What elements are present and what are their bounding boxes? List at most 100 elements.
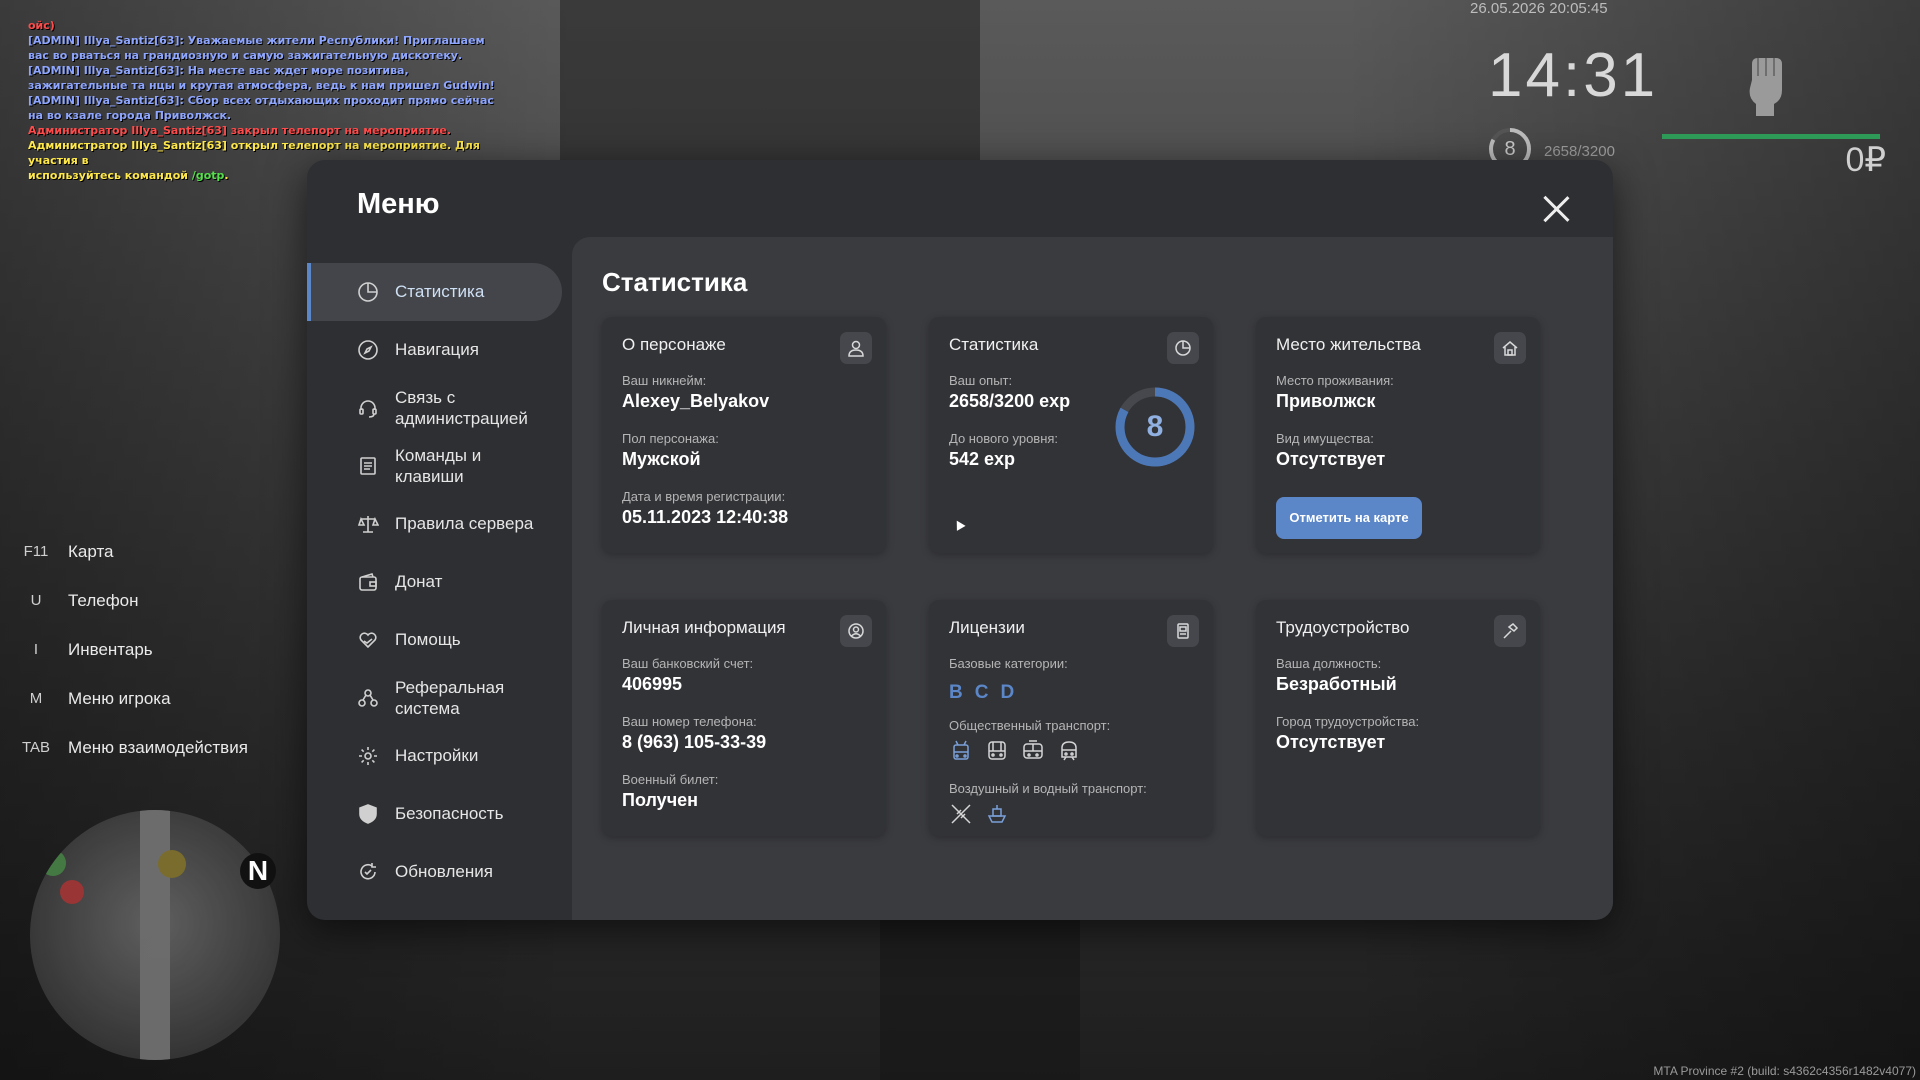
hotkey-key: F11 bbox=[23, 543, 49, 560]
minimap-marker bbox=[60, 880, 84, 904]
hammer-icon bbox=[1494, 615, 1526, 647]
hud-clock: 14:31 bbox=[1488, 41, 1659, 110]
field-label: Базовые категории: bbox=[949, 656, 1068, 671]
nav-item-statistics[interactable]: Статистика bbox=[307, 263, 562, 321]
card-title: О персонаже bbox=[622, 335, 726, 354]
license-categories: BCD bbox=[949, 682, 1026, 704]
hotkey-label: Инвентарь bbox=[68, 639, 153, 659]
nav-item-rules[interactable]: Правила сервера bbox=[307, 495, 562, 553]
hotkey-phone[interactable]: U Телефон bbox=[20, 576, 248, 625]
minimap-marker bbox=[158, 850, 186, 878]
hud-exp: 2658/3200 bbox=[1544, 143, 1615, 160]
job-position-value: Безработный bbox=[1276, 674, 1397, 694]
nav-label: Связь с администрацией bbox=[395, 388, 528, 428]
nav-label: Статистика bbox=[395, 282, 485, 301]
referral-icon bbox=[357, 687, 379, 709]
heart-hand-icon bbox=[357, 629, 379, 651]
tram-icon bbox=[1021, 739, 1047, 765]
card-title: Трудоустройство bbox=[1276, 618, 1410, 637]
next-level-value: 542 exp bbox=[949, 449, 1016, 469]
chat-line: ойс) bbox=[28, 19, 55, 32]
field-label: Город трудоустройства: bbox=[1276, 714, 1420, 729]
phone-value: 8 (963) 105-33-39 bbox=[622, 732, 767, 752]
residence-value: Приволжск bbox=[1276, 391, 1376, 411]
card-personal-info: Личная информация Ваш банковский счет: 4… bbox=[602, 600, 886, 836]
nav-item-commands[interactable]: Команды и клавиши bbox=[307, 437, 562, 495]
field-label: Ваша должность: bbox=[1276, 656, 1382, 671]
hotkey-player-menu[interactable]: M Меню игрока bbox=[20, 674, 248, 723]
hotkey-label: Меню взаимодействия bbox=[68, 737, 248, 757]
pie-chart-icon bbox=[1167, 332, 1199, 364]
property-value: Отсутствует bbox=[1276, 449, 1386, 469]
nav-label: Настройки bbox=[395, 746, 479, 765]
id-icon bbox=[840, 615, 872, 647]
hud-money: 0₽ bbox=[1845, 141, 1886, 179]
nav-label: Обновления bbox=[395, 862, 493, 881]
nav-label: Помощь bbox=[395, 630, 461, 649]
chat-line: [ADMIN] Illya_Santiz[63]: Уважаемые жите… bbox=[28, 34, 489, 62]
field-label: Место проживания: bbox=[1276, 373, 1394, 388]
plane-icon bbox=[949, 802, 975, 828]
hotkey-inventory[interactable]: I Инвентарь bbox=[20, 625, 248, 674]
nav-item-updates[interactable]: Обновления bbox=[307, 843, 562, 901]
field-label: Вид имущества: bbox=[1276, 431, 1374, 446]
chat-line: [ADMIN] Illya_Santiz[63]: На месте вас ж… bbox=[28, 64, 495, 92]
mark-on-map-button[interactable]: Отметить на карте bbox=[1276, 497, 1422, 539]
nav-item-settings[interactable]: Настройки bbox=[307, 727, 562, 785]
headset-icon bbox=[357, 397, 379, 419]
refresh-icon bbox=[357, 861, 379, 883]
nav-label: Навигация bbox=[395, 340, 479, 359]
job-city-value: Отсутствует bbox=[1276, 732, 1386, 752]
shield-icon bbox=[357, 803, 379, 825]
nav-item-security[interactable]: Безопасность bbox=[307, 785, 562, 843]
bank-account-value: 406995 bbox=[622, 674, 683, 694]
hotkey-label: Телефон bbox=[68, 590, 139, 610]
card-title: Лицензии bbox=[949, 618, 1025, 637]
field-label: Ваш опыт: bbox=[949, 373, 1013, 388]
hotkey-key: M bbox=[29, 690, 43, 707]
nickname-value: Alexey_Belyakov bbox=[622, 391, 770, 411]
hotkey-map[interactable]: F11 Карта bbox=[20, 527, 248, 576]
chat-line: Администратор Illya_Santiz[63] закрыл те… bbox=[28, 124, 452, 137]
license-category: B bbox=[949, 682, 965, 703]
close-button[interactable] bbox=[1539, 192, 1573, 226]
card-statistics: Статистика Ваш опыт: 2658/3200 exp До но… bbox=[929, 317, 1213, 553]
minimap bbox=[30, 810, 280, 1060]
minimap-marker bbox=[40, 850, 66, 876]
nav-item-donate[interactable]: Донат bbox=[307, 553, 562, 611]
menu-sidebar: Статистика Навигация Связь с администрац… bbox=[307, 263, 562, 901]
hotkey-interaction-menu[interactable]: TAB Меню взаимодействия bbox=[20, 723, 248, 772]
compass-icon bbox=[357, 339, 379, 361]
house-icon bbox=[1494, 332, 1526, 364]
hud-health-fill bbox=[1662, 134, 1880, 139]
metro-icon bbox=[1057, 739, 1083, 765]
field-label: Воздушный и водный транспорт: bbox=[949, 781, 1147, 796]
card-employment: Трудоустройство Ваша должность: Безработ… bbox=[1256, 600, 1540, 836]
license-category: C bbox=[974, 682, 991, 703]
hotkey-label: Карта bbox=[68, 541, 114, 561]
scales-icon bbox=[357, 513, 380, 535]
card-title: Статистика bbox=[949, 335, 1039, 354]
nav-item-help[interactable]: Помощь bbox=[307, 611, 562, 669]
nav-item-navigation[interactable]: Навигация bbox=[307, 321, 562, 379]
license-icon bbox=[1167, 615, 1199, 647]
license-category: D bbox=[1000, 682, 1017, 703]
nav-item-admin-contact[interactable]: Связь с администрацией bbox=[307, 379, 562, 437]
nav-item-referral[interactable]: Реферальная система bbox=[307, 669, 562, 727]
gear-icon bbox=[357, 745, 379, 767]
field-label: Ваш номер телефона: bbox=[622, 714, 757, 729]
exp-value: 2658/3200 exp bbox=[949, 391, 1071, 411]
chat-line: [ADMIN] Illya_Santiz[63]: Сбор всех отды… bbox=[28, 94, 498, 122]
public-transport-icons bbox=[949, 739, 1083, 765]
list-icon bbox=[357, 455, 379, 477]
statistics-panel: Статистика О персонаже Ваш никнейм: Alex… bbox=[572, 237, 1613, 920]
field-label: До нового уровня: bbox=[949, 431, 1059, 446]
bus-icon bbox=[985, 739, 1011, 765]
boat-icon bbox=[985, 802, 1011, 828]
field-label: Дата и время регистрации: bbox=[622, 489, 786, 504]
minimap-road bbox=[140, 810, 170, 1060]
level-value: 8 bbox=[1146, 410, 1164, 443]
hud-health-bar bbox=[1662, 134, 1880, 139]
nav-label: Донат bbox=[395, 572, 443, 591]
air-water-transport-icons bbox=[949, 802, 1011, 828]
